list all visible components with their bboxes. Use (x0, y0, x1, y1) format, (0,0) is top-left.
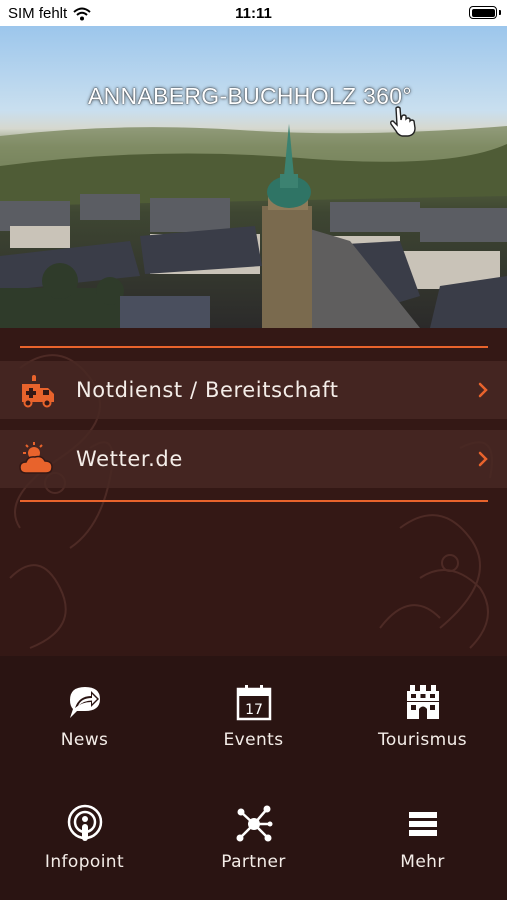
main-panel: Notdienst / Bereitschaft Wetter.de (0, 328, 507, 656)
tile-label-events: Events (223, 730, 284, 750)
status-bar: SIM fehlt 11:11 (0, 0, 507, 26)
calendar-icon: 17 (236, 685, 271, 721)
infopoint-icon (67, 804, 102, 841)
tile-partner[interactable]: Partner (169, 778, 338, 900)
weather-icon (19, 442, 53, 474)
menu-item-notdienst[interactable]: Notdienst / Bereitschaft (0, 361, 507, 419)
battery-icon (469, 6, 497, 19)
hero-title: ANNABERG-BUCHHOLZ 360° (88, 83, 412, 109)
tile-tourismus[interactable]: Tourismus (338, 656, 507, 778)
tile-news[interactable]: News (0, 656, 169, 778)
hero-banner[interactable]: ANNABERG-BUCHHOLZ 360° (0, 26, 507, 328)
divider-bottom (20, 500, 488, 502)
chevron-right-icon (478, 451, 488, 467)
tile-mehr[interactable]: Mehr (338, 778, 507, 900)
network-icon (236, 805, 272, 842)
building-icon (406, 685, 439, 719)
chevron-right-icon (478, 382, 488, 398)
calendar-day: 17 (245, 702, 263, 718)
tile-label-tourismus: Tourismus (377, 730, 468, 750)
ambulance-icon (22, 375, 54, 408)
status-time: 11:11 (235, 5, 272, 22)
tile-label-mehr: Mehr (400, 852, 445, 872)
tile-infopoint[interactable]: Infopoint (0, 778, 169, 900)
feature-grid: News 17 Events Tourismus Infopoint Partn… (0, 656, 507, 900)
menu-label-wetter: Wetter.de (76, 447, 183, 471)
menu-icon (408, 812, 437, 836)
divider-top (20, 346, 488, 348)
tile-events[interactable]: 17 Events (169, 656, 338, 778)
pointer-hand-icon (390, 106, 416, 137)
battery-cap (499, 10, 501, 15)
town-aerial-image (0, 124, 507, 328)
news-icon (69, 687, 100, 718)
tile-label-news: News (60, 730, 109, 750)
tile-label-infopoint: Infopoint (44, 852, 125, 872)
menu-label-notdienst: Notdienst / Bereitschaft (76, 378, 339, 402)
menu-item-wetter[interactable]: Wetter.de (0, 430, 507, 488)
tile-label-partner: Partner (221, 852, 286, 872)
